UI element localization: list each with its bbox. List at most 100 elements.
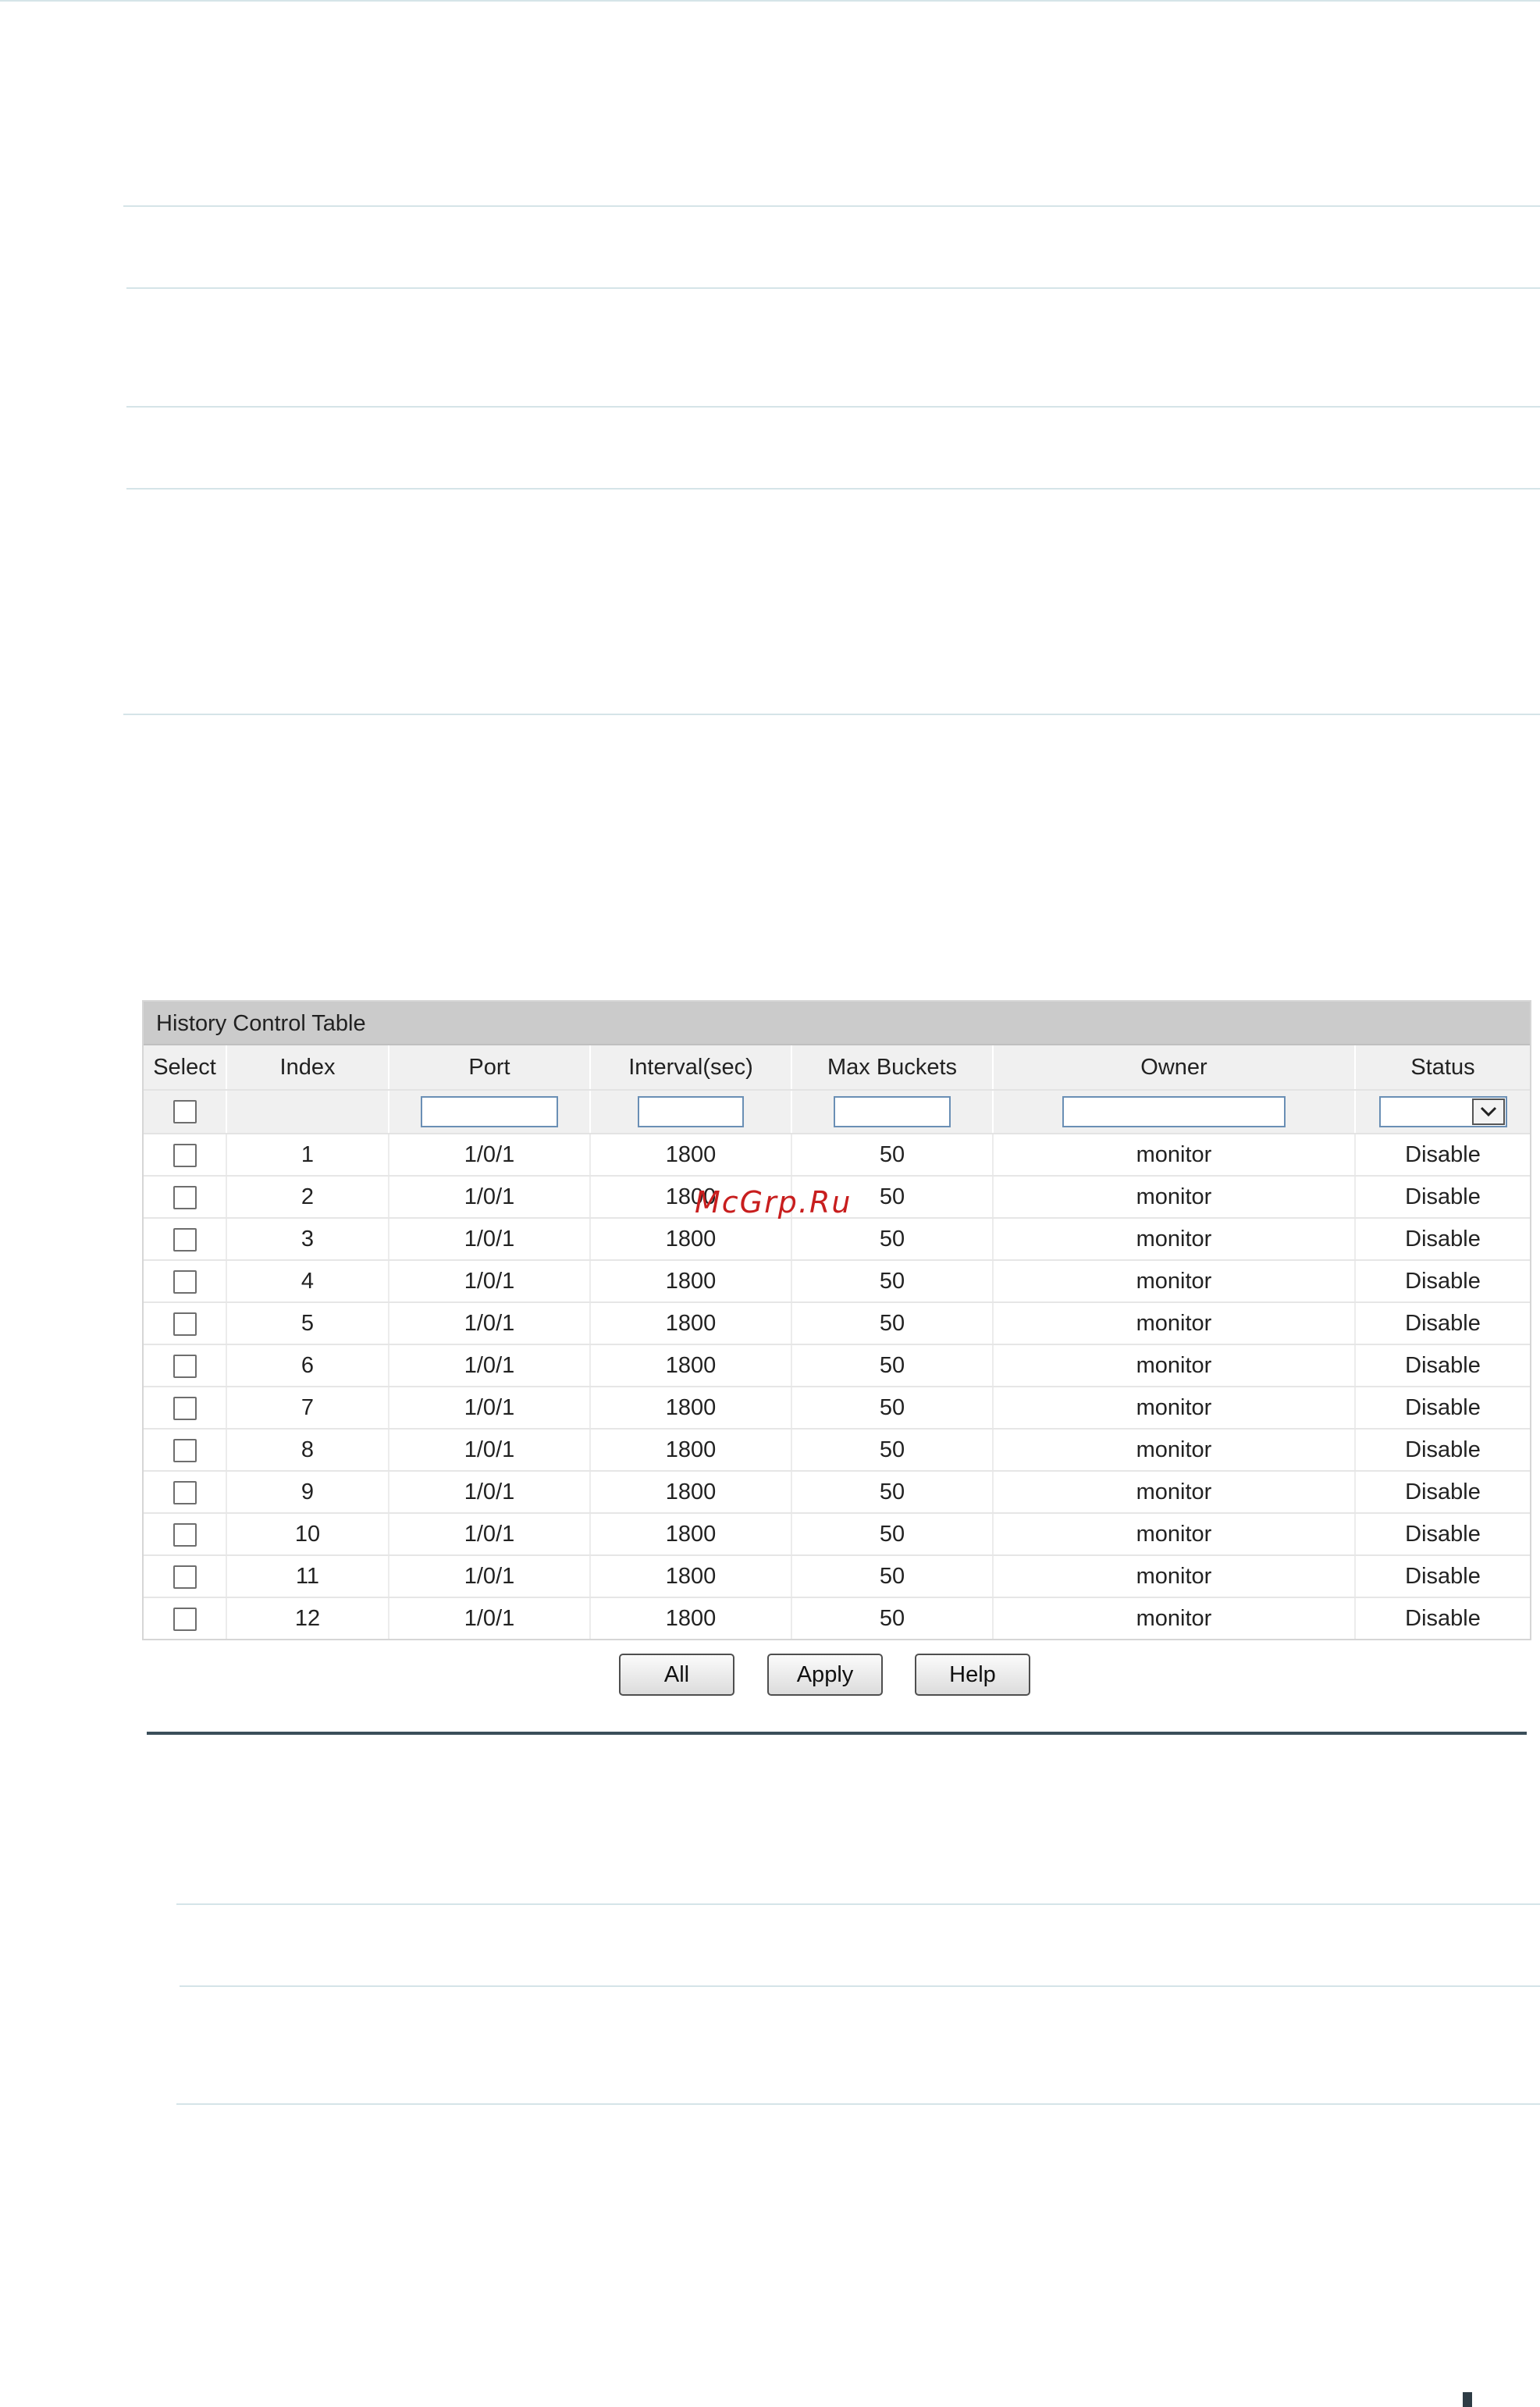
max-buckets-filter-input[interactable] (834, 1096, 951, 1127)
cell-select (144, 1387, 227, 1430)
port-filter-input[interactable] (421, 1096, 558, 1127)
filter-row (144, 1090, 1530, 1134)
all-button[interactable]: All (619, 1654, 734, 1696)
cell-status: Disable (1355, 1176, 1530, 1219)
cell-select (144, 1218, 227, 1261)
cell-max-buckets: 50 (791, 1429, 994, 1472)
cell-owner: monitor (993, 1597, 1356, 1639)
owner-filter-input[interactable] (1062, 1096, 1286, 1127)
cell-max-buckets: 50 (791, 1513, 994, 1556)
page-rule (126, 287, 1540, 289)
table-row: 7 1/0/1 1800 50 monitor Disable (144, 1387, 1530, 1430)
cell-max-buckets: 50 (791, 1555, 994, 1598)
table-row: 4 1/0/1 1800 50 monitor Disable (144, 1260, 1530, 1303)
interval-filter-input[interactable] (638, 1096, 744, 1127)
row-select-checkbox[interactable] (172, 1312, 197, 1336)
filter-cell-interval (590, 1090, 792, 1134)
filter-cell-index (226, 1090, 389, 1134)
cell-status: Disable (1355, 1302, 1530, 1345)
cell-max-buckets: 50 (791, 1344, 994, 1387)
cell-max-buckets: 50 (791, 1471, 994, 1514)
cell-owner: monitor (993, 1344, 1356, 1387)
cell-index: 7 (226, 1387, 389, 1430)
action-buttons: All Apply Help (0, 1654, 1540, 1697)
row-select-checkbox[interactable] (172, 1227, 197, 1252)
cell-index: 3 (226, 1218, 389, 1261)
row-select-checkbox[interactable] (172, 1607, 197, 1631)
column-header-select: Select (144, 1045, 227, 1091)
dropdown-button[interactable] (1471, 1098, 1505, 1125)
history-control-table: Select Index Port Interval(sec) Max Buck… (144, 1045, 1530, 1639)
cell-index: 4 (226, 1260, 389, 1303)
filter-cell-max-buckets (791, 1090, 994, 1134)
cell-interval: 1800 (590, 1513, 792, 1556)
cell-port: 1/0/1 (389, 1387, 591, 1430)
cell-status: Disable (1355, 1344, 1530, 1387)
cell-select (144, 1344, 227, 1387)
cell-owner: monitor (993, 1471, 1356, 1514)
cell-status: Disable (1355, 1471, 1530, 1514)
table-row: 9 1/0/1 1800 50 monitor Disable (144, 1471, 1530, 1514)
cell-max-buckets: 50 (791, 1597, 994, 1639)
apply-button[interactable]: Apply (767, 1654, 883, 1696)
table-row: 12 1/0/1 1800 50 monitor Disable (144, 1597, 1530, 1639)
cell-interval: 1800 (590, 1429, 792, 1472)
page-rule (176, 2103, 1540, 2105)
row-select-checkbox[interactable] (172, 1438, 197, 1462)
cell-status: Disable (1355, 1260, 1530, 1303)
cell-status: Disable (1355, 1134, 1530, 1177)
cell-status: Disable (1355, 1555, 1530, 1598)
table-row: 11 1/0/1 1800 50 monitor Disable (144, 1555, 1530, 1598)
column-header-interval: Interval(sec) (590, 1045, 792, 1091)
page-rule-top (0, 0, 1540, 2)
page-rule (123, 714, 1540, 715)
section-divider (147, 1732, 1527, 1735)
cell-select (144, 1429, 227, 1472)
cell-owner: monitor (993, 1134, 1356, 1177)
select-all-checkbox[interactable] (172, 1100, 197, 1123)
table-row: 5 1/0/1 1800 50 monitor Disable (144, 1302, 1530, 1345)
cell-max-buckets: 50 (791, 1134, 994, 1177)
table-row: 6 1/0/1 1800 50 monitor Disable (144, 1344, 1530, 1387)
row-select-checkbox[interactable] (172, 1522, 197, 1547)
row-select-checkbox[interactable] (172, 1565, 197, 1589)
row-select-checkbox[interactable] (172, 1354, 197, 1378)
cell-port: 1/0/1 (389, 1471, 591, 1514)
cell-index: 10 (226, 1513, 389, 1556)
table-row: 8 1/0/1 1800 50 monitor Disable (144, 1429, 1530, 1472)
row-select-checkbox[interactable] (172, 1269, 197, 1294)
cell-status: Disable (1355, 1387, 1530, 1430)
column-header-owner: Owner (993, 1045, 1356, 1091)
cell-interval: 1800 (590, 1134, 792, 1177)
cell-select (144, 1302, 227, 1345)
cell-owner: monitor (993, 1302, 1356, 1345)
row-select-checkbox[interactable] (172, 1143, 197, 1167)
cell-index: 2 (226, 1176, 389, 1219)
cell-status: Disable (1355, 1429, 1530, 1472)
cell-interval: 1800 (590, 1555, 792, 1598)
cell-select (144, 1597, 227, 1639)
cell-owner: monitor (993, 1260, 1356, 1303)
cell-owner: monitor (993, 1387, 1356, 1430)
row-select-checkbox[interactable] (172, 1396, 197, 1420)
page-rule (180, 1985, 1540, 1987)
status-filter-select[interactable] (1378, 1096, 1507, 1127)
filter-cell-select (144, 1090, 227, 1134)
filter-cell-port (389, 1090, 591, 1134)
row-select-checkbox[interactable] (172, 1185, 197, 1209)
table-row: 1 1/0/1 1800 50 monitor Disable (144, 1134, 1530, 1177)
cell-select (144, 1260, 227, 1303)
cell-select (144, 1471, 227, 1514)
cell-port: 1/0/1 (389, 1176, 591, 1219)
filter-cell-status (1355, 1090, 1530, 1134)
cell-index: 11 (226, 1555, 389, 1598)
cell-port: 1/0/1 (389, 1429, 591, 1472)
cell-status: Disable (1355, 1597, 1530, 1639)
cell-owner: monitor (993, 1513, 1356, 1556)
column-header-status: Status (1355, 1045, 1530, 1091)
help-button[interactable]: Help (915, 1654, 1030, 1696)
row-select-checkbox[interactable] (172, 1480, 197, 1504)
cell-port: 1/0/1 (389, 1555, 591, 1598)
cell-select (144, 1134, 227, 1177)
watermark-text: McGrp.Ru (695, 1185, 852, 1220)
